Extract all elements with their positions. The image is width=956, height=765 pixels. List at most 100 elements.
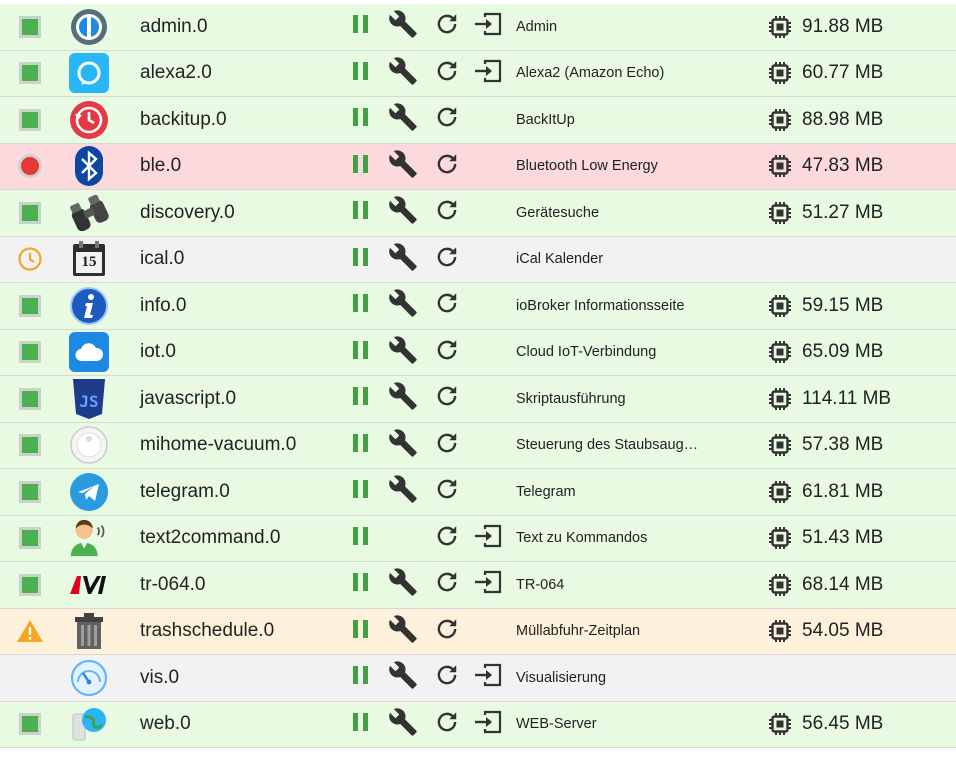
pause-icon [352,61,370,86]
info-logo-icon [68,283,110,329]
config-button[interactable] [386,568,420,600]
restart-button[interactable] [432,384,462,414]
wrench-icon [388,660,418,695]
status-running-icon[interactable] [14,97,46,143]
config-button[interactable] [386,475,420,507]
instance-title: WEB-Server [516,716,597,733]
calendar-logo-icon: 15 [68,237,110,283]
config-button[interactable] [386,10,420,42]
open-instance-button[interactable] [472,709,504,739]
pause-button[interactable] [350,663,372,693]
restart-button[interactable] [432,709,462,739]
restart-button[interactable] [432,12,462,42]
status-running-icon[interactable] [14,4,46,50]
pause-button[interactable] [350,12,372,42]
config-button[interactable] [386,150,420,181]
restart-icon [434,662,460,693]
config-button[interactable] [386,336,420,367]
instance-row: info.0 ioBroker Informationsseite 59.15 MB [0,283,956,330]
status-running-icon[interactable] [14,330,46,376]
open-in-icon [473,569,503,600]
restart-icon [434,430,460,461]
status-warning-icon[interactable] [14,609,46,655]
pause-button[interactable] [350,616,372,646]
config-button[interactable] [386,382,420,414]
memory-value: 51.43 MB [802,527,884,549]
restart-button[interactable] [432,244,462,274]
config-button[interactable] [386,707,420,742]
pause-button[interactable] [350,105,372,135]
svg-text:JS: JS [79,392,98,411]
status-running-icon[interactable] [14,423,46,469]
restart-button[interactable] [432,198,462,228]
pause-button[interactable] [350,523,372,553]
open-in-icon [473,58,503,89]
restart-button[interactable] [432,430,462,460]
restart-button[interactable] [432,523,462,553]
status-scheduled-icon[interactable] [14,237,46,283]
pause-button[interactable] [350,477,372,507]
restart-button[interactable] [432,151,462,181]
status-running-icon[interactable] [14,376,46,422]
pause-button[interactable] [350,570,372,600]
status-running-icon[interactable] [14,516,46,562]
memory-value: 59.15 MB [802,294,884,316]
open-instance-button[interactable] [472,570,504,600]
open-instance-button[interactable] [472,58,504,88]
pause-button[interactable] [350,198,372,228]
restart-button[interactable] [432,663,462,693]
restart-button[interactable] [432,105,462,135]
config-button[interactable] [386,242,420,277]
config-button[interactable] [386,57,420,88]
pause-button[interactable] [350,337,372,367]
pause-button[interactable] [350,430,372,460]
config-button[interactable] [386,429,420,460]
instance-row: trashschedule.0 Müllabfuhr-Zeitplan 54.05 … [0,608,956,655]
instance-row: iot.0 Cloud IoT-Verbindung 65.09 MB [0,329,956,376]
memory-usage: 59.15 MB [768,283,948,329]
pause-button[interactable] [350,384,372,414]
status-running-icon[interactable] [14,562,46,608]
status-none[interactable] [14,655,46,701]
wrench-icon [388,195,418,230]
pause-button[interactable] [350,709,372,739]
restart-button[interactable] [432,570,462,600]
memory-value: 65.09 MB [802,341,884,363]
instance-row: 15 ical.0 iCal Kalender [0,236,956,283]
open-instance-button[interactable] [472,12,504,42]
restart-button[interactable] [432,616,462,646]
status-running-icon[interactable] [14,702,46,748]
instance-row: admin.0 Admin 91.88 MB [0,4,956,51]
wrench-icon [388,242,418,277]
pause-button[interactable] [350,291,372,321]
config-button[interactable] [386,103,420,135]
status-running-icon[interactable] [14,51,46,97]
memory-usage: 114.11 MB [768,376,948,422]
config-button[interactable] [386,289,420,321]
status-running-icon[interactable] [14,469,46,515]
pause-button[interactable] [350,151,372,181]
open-instance-button[interactable] [472,523,504,553]
config-button[interactable] [386,660,420,695]
instance-name: info.0 [140,294,187,316]
pause-button[interactable] [350,244,372,274]
config-button[interactable] [386,615,420,646]
pause-icon [352,619,370,644]
restart-button[interactable] [432,58,462,88]
open-instance-button[interactable] [472,663,504,693]
status-running-icon[interactable] [14,190,46,236]
chip-icon [768,61,792,85]
wrench-icon [388,707,418,742]
status-running-icon[interactable] [14,283,46,329]
restart-button[interactable] [432,477,462,507]
admin-logo-icon [68,4,110,50]
restart-button[interactable] [432,291,462,321]
instance-name: telegram.0 [140,480,230,502]
restart-icon [434,383,460,414]
restart-button[interactable] [432,337,462,367]
status-error-icon[interactable] [14,144,46,190]
config-button[interactable] [386,195,420,230]
chip-icon [768,387,792,411]
pause-button[interactable] [350,58,372,88]
instance-row: backitup.0 BackItUp 88.98 MB [0,97,956,144]
